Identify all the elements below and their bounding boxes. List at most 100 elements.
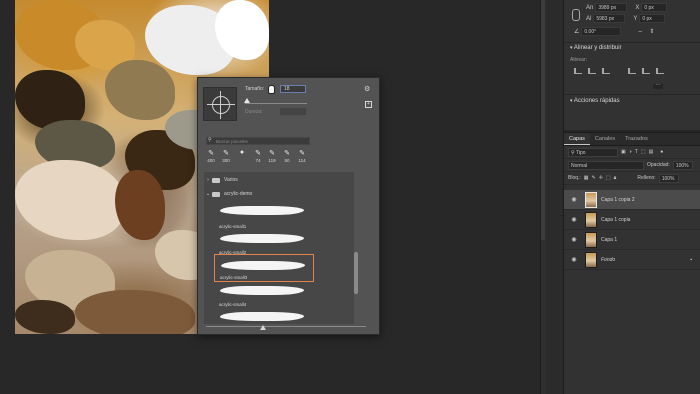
quick-actions-title[interactable]: ▾ Acciones rápidas <box>570 98 620 104</box>
layer-thumbnail <box>585 191 597 208</box>
align-section-title[interactable]: ▾ Alinear y distribuir <box>570 45 622 51</box>
blend-mode-select[interactable]: Normal <box>568 160 644 170</box>
brush-preset-picker: Tamaño: 18 Dureza: ⚙ + Buscar pinceles ⚲… <box>197 77 380 335</box>
layer-row[interactable]: ◉ Capa 1 copia <box>564 210 700 230</box>
lock-all-icon[interactable]: 🔒︎ <box>614 175 617 181</box>
lock-move-icon[interactable]: ✛ <box>599 175 603 181</box>
brush-list-scrollbar[interactable] <box>354 252 358 294</box>
link-dimensions[interactable] <box>572 4 580 21</box>
tab-layers[interactable]: Capas <box>564 133 590 145</box>
align-bottom-icon[interactable] <box>656 68 664 74</box>
size-slider-handle[interactable] <box>244 98 250 103</box>
panel-dock-column <box>546 0 564 394</box>
brush-search-input[interactable]: Buscar pinceles <box>206 137 310 145</box>
folder-varios[interactable]: › Varios <box>204 174 354 186</box>
filter-smart-icon[interactable]: ▤ <box>649 149 654 155</box>
link-icon[interactable] <box>572 9 580 21</box>
eye-icon[interactable]: ◉ <box>569 196 579 203</box>
opacity-label: Opacidad: <box>647 162 670 168</box>
lock-label: Bloq.: <box>568 175 581 181</box>
eye-icon[interactable]: ◉ <box>569 236 579 243</box>
more-options-icon[interactable]: ··· <box>653 83 663 89</box>
layer-name: Capa 1 copia <box>601 216 631 223</box>
resize-divider[interactable] <box>206 326 366 327</box>
flip-horizontal-icon[interactable]: ⇔ <box>637 29 643 35</box>
size-slider[interactable] <box>245 103 307 104</box>
filter-toggle-icon[interactable]: ● <box>660 149 663 155</box>
recent-brush[interactable]: ✎ 50 <box>280 149 294 163</box>
gear-icon[interactable]: ⚙ <box>364 85 370 93</box>
layer-thumbnail <box>585 251 597 268</box>
y-field[interactable]: 0 px <box>639 14 666 23</box>
x-field[interactable]: 0 px <box>641 3 668 12</box>
filter-shape-icon[interactable]: ⬚ <box>641 149 646 155</box>
width-label: An <box>586 4 594 11</box>
search-icon: ⚲ <box>208 137 212 143</box>
align-left-icon[interactable] <box>574 68 582 74</box>
paint-blob <box>115 170 165 240</box>
brush-stroke-preview <box>220 206 304 215</box>
new-preset-icon[interactable]: + <box>365 101 372 108</box>
recent-brush[interactable]: ✎ 74 <box>251 149 265 163</box>
fill-label: Relleno: <box>637 175 656 181</box>
height-field[interactable]: 5983 px <box>593 14 626 23</box>
filter-pixel-icon[interactable]: ▣ <box>621 149 626 155</box>
paint-blob <box>15 300 75 334</box>
tab-channels[interactable]: Canales <box>590 133 620 145</box>
layer-thumbnail <box>585 231 597 248</box>
eye-icon[interactable]: ◉ <box>569 216 579 223</box>
recent-brush[interactable]: ● <box>235 149 249 158</box>
brush-preset-selected[interactable]: acrylic-small3 <box>214 254 314 282</box>
size-field[interactable]: 18 <box>280 85 306 93</box>
angle-field[interactable]: 0.00° <box>581 27 622 36</box>
filter-adjust-icon[interactable]: ◑ <box>629 149 632 155</box>
recent-brush[interactable]: ✎ 119 <box>265 149 279 163</box>
brush-preset[interactable]: acrylic-small1 <box>214 202 314 230</box>
folder-acrylic-demo[interactable]: ⌄ acrylic-demo <box>204 188 354 200</box>
layers-tab-bar: Capas Canales Trazados <box>564 133 700 146</box>
lock-paint-icon[interactable]: ✎ <box>592 175 596 181</box>
align-right-icon[interactable] <box>602 68 610 74</box>
canvas-scrollbar-thumb[interactable] <box>541 0 545 240</box>
align-label: Alinear: <box>570 57 587 63</box>
align-top-icon[interactable] <box>628 68 636 74</box>
lock-transparent-icon[interactable]: ▦ <box>584 175 589 181</box>
align-middle-v-icon[interactable] <box>642 68 650 74</box>
flip-vertical-icon[interactable]: ⇕ <box>649 28 654 35</box>
height-label: Al <box>586 15 592 22</box>
layer-filter-select[interactable]: ⚲ Tipo <box>568 147 618 157</box>
layers-panel: Capas Canales Trazados ⚲ Tipo ▣ ◑ T ⬚ ▤ … <box>564 132 700 394</box>
align-center-h-icon[interactable] <box>588 68 596 74</box>
brush-preset[interactable] <box>214 306 314 324</box>
folder-icon <box>212 177 220 183</box>
lock-artboard-icon[interactable]: ⬚ <box>606 175 611 181</box>
paint-blob <box>75 290 195 334</box>
recent-brush[interactable]: ✎ 400 <box>204 149 218 163</box>
filter-type-icon[interactable]: T <box>635 149 638 155</box>
chevron-right-icon: › <box>207 177 209 183</box>
x-label: X <box>635 4 640 11</box>
blend-row: Normal Opacidad: 100% <box>564 159 700 172</box>
layer-row[interactable]: ◉ Capa 1 copia 2 <box>564 190 700 210</box>
fill-field[interactable]: 100% <box>658 173 679 183</box>
brush-tip-preview[interactable] <box>203 87 237 121</box>
opacity-field[interactable]: 100% <box>672 160 693 170</box>
paint-blob <box>105 60 175 120</box>
y-label: Y <box>633 15 638 22</box>
width-field[interactable]: 3989 px <box>595 3 628 12</box>
lock-icon: ▪ <box>690 256 692 263</box>
eye-icon[interactable]: ◉ <box>569 256 579 263</box>
layer-name: Capa 1 copia 2 <box>601 196 635 203</box>
recent-brush[interactable]: ✎ 300 <box>219 149 233 163</box>
recent-brush[interactable]: ✎ 114 <box>295 149 309 163</box>
layer-row[interactable]: ◉ Fondo ▪ <box>564 250 700 270</box>
brush-stroke-preview <box>221 261 305 270</box>
tab-paths[interactable]: Trazados <box>620 133 653 145</box>
layer-thumbnail <box>585 211 597 228</box>
brush-preset[interactable]: acrylic-small4 <box>214 280 314 308</box>
layer-row[interactable]: ◉ Capa 1 <box>564 230 700 250</box>
hardness-field[interactable] <box>280 108 306 115</box>
brush-preset[interactable]: acrylic-small2 <box>214 228 314 256</box>
resize-handle[interactable] <box>260 325 266 330</box>
brush-stroke-preview <box>220 234 304 243</box>
